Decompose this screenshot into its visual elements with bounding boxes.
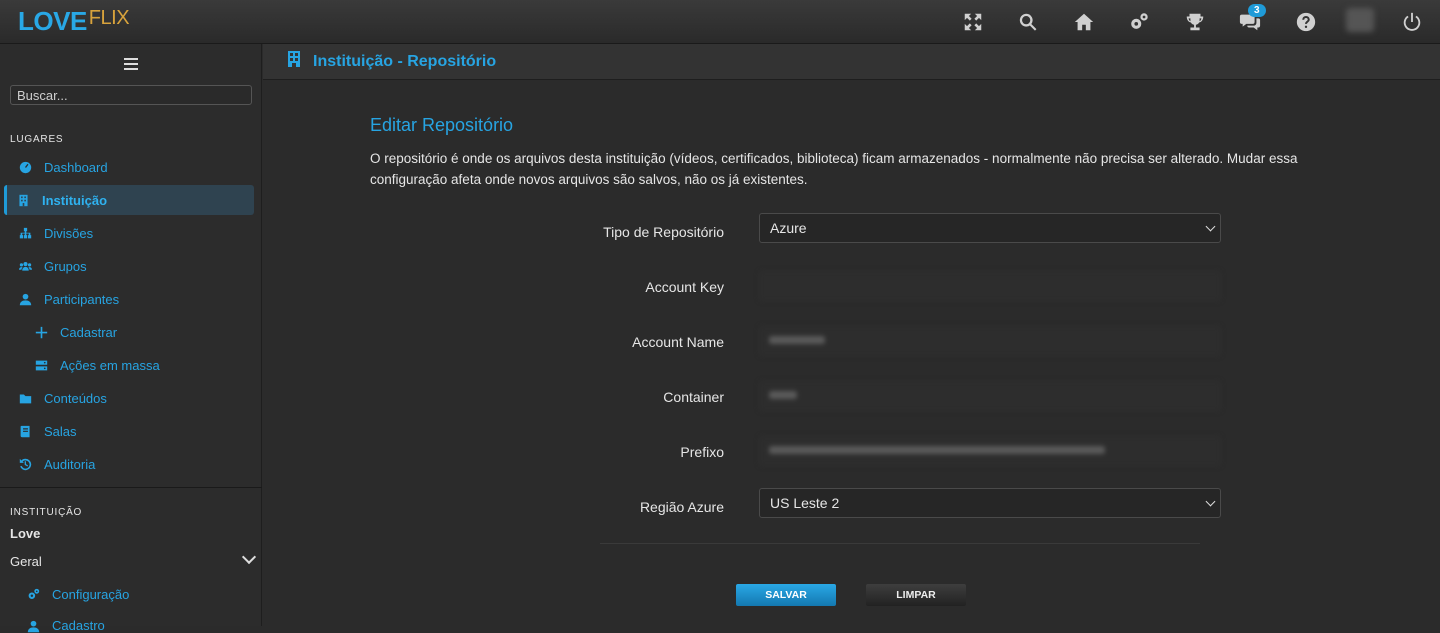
sidebar-item-label: Auditoria (44, 456, 96, 472)
prefix-input[interactable] (759, 436, 1221, 466)
history-icon (18, 457, 32, 471)
sidebar-item-dashboard[interactable]: Dashboard (6, 152, 254, 182)
server-icon (34, 358, 48, 372)
geral-toggle[interactable]: Geral (10, 549, 257, 569)
sidebar-item-label: Cadastrar (60, 324, 118, 340)
sidebar-item-label: Conteúdos (44, 390, 107, 406)
sidebar-item-conteudos[interactable]: Conteúdos (6, 383, 254, 413)
help-icon[interactable] (1294, 10, 1318, 34)
account-key-label: Account Key (645, 279, 724, 295)
chevron-down-icon (1205, 496, 1216, 507)
prefix-label: Prefixo (680, 444, 724, 460)
section-title-institution: INSTITUIÇÃO (10, 507, 83, 518)
sidebar-item-salas[interactable]: Salas (6, 416, 254, 446)
account-name-input[interactable] (759, 326, 1221, 356)
account-key-input[interactable] (759, 271, 1221, 301)
form-title: Editar Repositório (370, 115, 514, 135)
page-title: Instituição - Repositório (313, 52, 497, 70)
sidebar-item-cadastrar[interactable]: Cadastrar (6, 317, 254, 347)
user-icon (18, 292, 32, 306)
sidebar-item-label: Participantes (44, 291, 120, 307)
sidebar-item-label: Grupos (44, 258, 87, 274)
sidebar-item-auditoria[interactable]: Auditoria (6, 449, 254, 479)
page-header: Instituição - Repositório (263, 44, 1440, 80)
building-icon (287, 50, 301, 73)
sidebar-item-participantes[interactable]: Participantes (6, 284, 254, 314)
folder-icon (18, 391, 32, 405)
form-separator (600, 543, 1200, 544)
main-content: Instituição - Repositório Editar Reposit… (263, 44, 1440, 626)
chat-badge: 3 (1248, 4, 1266, 17)
institution-name: Love (10, 526, 41, 541)
sitemap-icon (18, 226, 32, 240)
sidebar-item-label: Dashboard (44, 159, 108, 175)
sidebar-item-configuracao[interactable]: Configuração (6, 579, 254, 609)
container-input[interactable] (759, 381, 1221, 411)
power-icon[interactable] (1400, 10, 1424, 34)
container-label: Container (663, 389, 724, 405)
app-logo[interactable]: LOVE FLIX (18, 6, 130, 37)
region-value: US Leste 2 (770, 495, 840, 511)
sidebar-item-instituicao[interactable]: Instituição (4, 185, 254, 215)
repo-type-value: Azure (770, 220, 807, 236)
dashboard-icon (18, 160, 32, 174)
form-description: O repositório é onde os arquivos desta i… (370, 151, 1298, 187)
sidebar-item-label: Divisões (44, 225, 94, 241)
trophy-icon[interactable] (1183, 10, 1207, 34)
chevron-down-icon (241, 549, 257, 565)
sidebar-item-cadastro[interactable]: Cadastro (6, 611, 254, 633)
sidebar-item-label: Configuração (52, 586, 130, 602)
section-title-places: LUGARES (10, 134, 64, 145)
sidebar: LUGARES Dashboard Instituição Divisões G… (0, 44, 262, 633)
save-button[interactable]: SALVAR (736, 584, 836, 606)
user-icon (26, 619, 40, 633)
logo-love-text: LOVE (18, 6, 87, 36)
menu-toggle-icon[interactable] (124, 58, 138, 70)
home-icon[interactable] (1072, 10, 1096, 34)
sidebar-item-label: Instituição (42, 192, 108, 208)
sidebar-item-label: Salas (44, 423, 77, 439)
region-label: Região Azure (639, 499, 724, 515)
building-icon (16, 193, 30, 207)
users-icon (18, 259, 32, 273)
book-icon (18, 424, 32, 438)
plus-icon (34, 325, 48, 339)
settings-icon[interactable] (1127, 10, 1151, 34)
clear-button[interactable]: LIMPAR (866, 584, 966, 606)
sidebar-item-divisoes[interactable]: Divisões (6, 218, 254, 248)
top-bar: LOVE FLIX 3 (0, 0, 1440, 44)
sidebar-item-acoes-em-massa[interactable]: Ações em massa (6, 350, 254, 380)
geral-label: Geral (10, 554, 42, 569)
repo-type-select[interactable]: Azure (759, 213, 1221, 243)
search-icon[interactable] (1016, 10, 1040, 34)
sidebar-search-input[interactable] (10, 85, 252, 105)
region-select[interactable]: US Leste 2 (759, 488, 1221, 518)
chevron-down-icon (1205, 221, 1216, 232)
logo-flix-text: FLIX (88, 7, 130, 29)
sidebar-divider (0, 487, 262, 488)
cogs-icon (26, 587, 40, 601)
fullscreen-icon[interactable] (961, 10, 985, 34)
chat-icon[interactable]: 3 (1238, 4, 1266, 34)
sidebar-item-label: Ações em massa (60, 357, 160, 373)
repo-type-label: Tipo de Repositório (603, 224, 724, 240)
account-name-label: Account Name (632, 334, 724, 350)
sidebar-item-grupos[interactable]: Grupos (6, 251, 254, 281)
avatar[interactable] (1346, 8, 1374, 32)
